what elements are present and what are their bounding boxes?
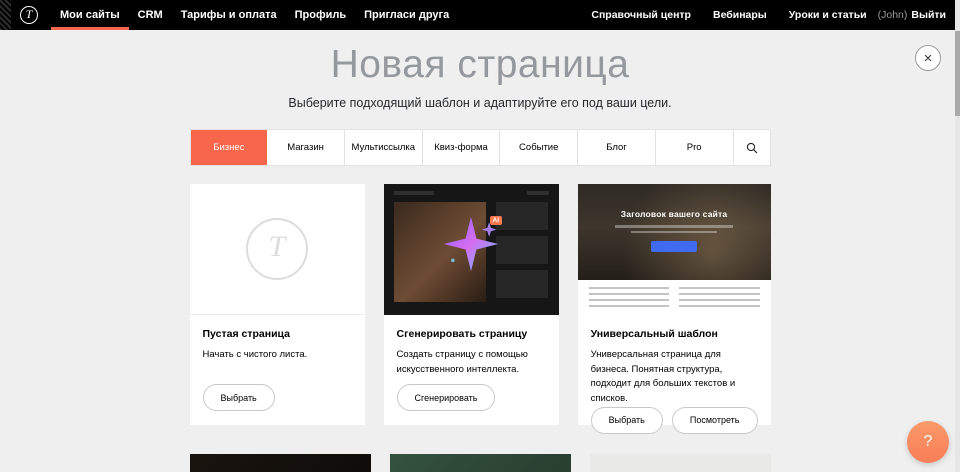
card-description: Начать с чистого листа.: [203, 348, 352, 363]
card-actions: Выбрать Посмотреть: [591, 407, 758, 434]
card-body: Универсальный шаблон Универсальная стран…: [578, 315, 771, 448]
template-preview-image: [190, 454, 371, 472]
card-blank-page: T Пустая страница Начать с чистого листа…: [190, 184, 365, 425]
search-tab[interactable]: [734, 130, 770, 165]
universal-preview-image: Заголовок вашего сайта: [578, 184, 771, 315]
logout-link[interactable]: Выйти: [911, 9, 946, 21]
select-template-button[interactable]: Выбрать: [591, 407, 663, 434]
select-blank-button[interactable]: Выбрать: [203, 384, 275, 411]
tab-business[interactable]: Бизнес: [191, 130, 268, 165]
card-title: Универсальный шаблон: [591, 328, 758, 340]
card-body: Сгенерировать страницу Создать страницу …: [384, 315, 559, 425]
card-title: Пустая страница: [203, 328, 352, 340]
nav-invite-friend[interactable]: Пригласи друга: [355, 0, 458, 30]
preview-hero-title: Заголовок вашего сайта: [578, 184, 771, 219]
card-universal-template: Заголовок вашего сайта Универсальный шаб…: [578, 184, 771, 425]
nav-my-sites[interactable]: Мои сайты: [51, 0, 129, 30]
tab-shop[interactable]: Магазин: [267, 130, 345, 165]
user-name[interactable]: (John): [878, 9, 908, 21]
card-actions: Выбрать: [203, 384, 352, 411]
template-grid: T Пустая страница Начать с чистого листа…: [190, 184, 771, 425]
help-button[interactable]: ?: [907, 421, 949, 463]
nav-tariffs[interactable]: Тарифы и оплата: [172, 0, 286, 30]
template-category-tabs: Бизнес Магазин Мультиссылка Квиз-форма С…: [190, 129, 771, 166]
template-preview-image: [390, 454, 571, 472]
card-template: [190, 454, 371, 472]
card-title: Сгенерировать страницу: [397, 328, 546, 340]
tilda-logo-icon: T: [20, 6, 38, 24]
template-grid-row2: [190, 454, 771, 472]
page-subtitle: Выберите подходящий шаблон и адаптируйте…: [0, 96, 960, 110]
template-preview-image: [590, 454, 771, 472]
view-template-button[interactable]: Посмотреть: [672, 407, 758, 434]
card-template: [390, 454, 571, 472]
topbar-texture: [0, 0, 11, 30]
logo-button[interactable]: T: [11, 0, 51, 30]
search-icon: [746, 142, 758, 154]
tilda-logo-icon: T: [246, 218, 308, 280]
preview-hero: Заголовок вашего сайта: [578, 184, 771, 280]
link-help-center[interactable]: Справочный центр: [580, 0, 702, 30]
main-nav: Мои сайты CRM Тарифы и оплата Профиль Пр…: [51, 0, 458, 30]
tab-blog[interactable]: Блог: [578, 130, 656, 165]
card-template: [590, 454, 771, 472]
generate-button[interactable]: Сгенерировать: [397, 384, 496, 411]
nav-profile[interactable]: Профиль: [286, 0, 355, 30]
tab-pro[interactable]: Pro: [656, 130, 734, 165]
close-icon: ×: [924, 51, 933, 66]
card-description: Универсальная страница для бизнеса. Поня…: [591, 348, 758, 407]
ai-preview-image: AI: [384, 184, 559, 315]
topbar-right: Справочный центр Вебинары Уроки и статьи…: [580, 0, 946, 30]
page-title: Новая страница: [0, 43, 960, 87]
scrollbar-thumb[interactable]: [955, 31, 960, 116]
card-description: Создать страницу с помощью искусственног…: [397, 348, 546, 377]
topbar: T Мои сайты CRM Тарифы и оплата Профиль …: [0, 0, 960, 30]
tab-quiz-form[interactable]: Квиз-форма: [423, 130, 501, 165]
blank-page-preview: T: [190, 184, 365, 315]
ai-badge: AI: [490, 216, 503, 225]
preview-text-section: [578, 280, 771, 315]
link-lessons[interactable]: Уроки и статьи: [778, 0, 878, 30]
question-icon: ?: [924, 433, 933, 451]
close-button[interactable]: ×: [915, 45, 941, 71]
nav-crm[interactable]: CRM: [129, 0, 172, 30]
card-body: Пустая страница Начать с чистого листа. …: [190, 315, 365, 425]
tab-event[interactable]: Событие: [500, 130, 578, 165]
card-actions: Сгенерировать: [397, 384, 546, 411]
tab-multilink[interactable]: Мультиссылка: [345, 130, 423, 165]
card-ai-generate: AI Сгенерировать страницу Создать страни…: [384, 184, 559, 425]
preview-hero-button: [651, 241, 697, 252]
link-webinars[interactable]: Вебинары: [702, 0, 778, 30]
